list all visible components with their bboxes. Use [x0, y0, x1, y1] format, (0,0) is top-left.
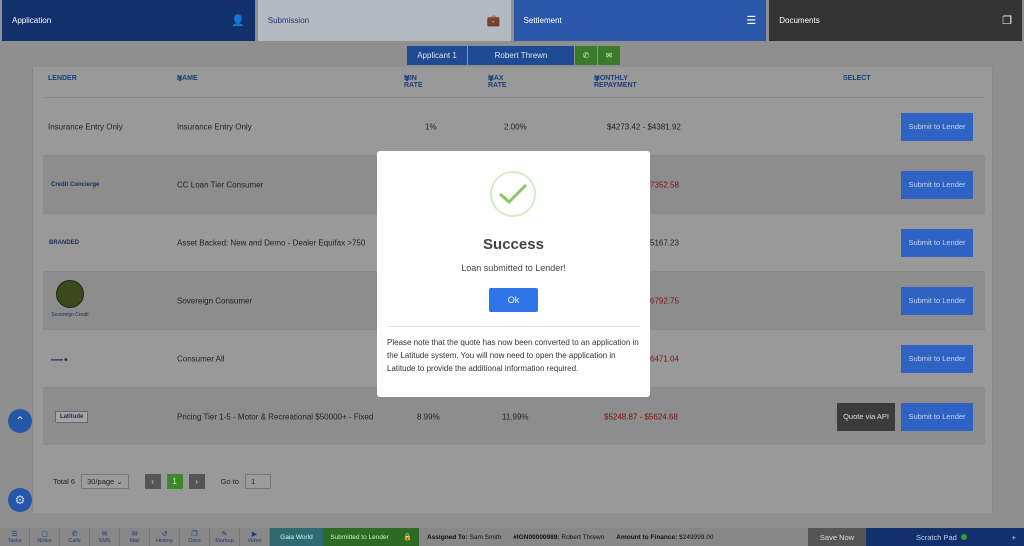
- lender-logo: Latitude: [55, 410, 89, 423]
- ok-button[interactable]: Ok: [489, 288, 538, 312]
- table-header: LENDER NAME ⇕ MIN RATE ⇕ MAX RATE ⇕ MONT…: [43, 75, 983, 89]
- gear-icon: ⚙: [14, 493, 26, 507]
- scratch-pad-button[interactable]: Scratch Pad +: [866, 528, 1024, 546]
- name-cell: Sovereign Consumer: [177, 296, 253, 305]
- sms-button[interactable]: ✉ SMS: [90, 528, 120, 546]
- pagination: Total 6 30/page ⌄ ‹ 1 › Go to 1: [53, 473, 271, 489]
- lender-logo: BRANDED: [49, 239, 79, 246]
- submit-to-lender-button[interactable]: Submit to Lender: [901, 286, 973, 315]
- top-tabs: Application 👤 Submission 💼 Settlement ☰ …: [0, 0, 1024, 43]
- lender-cell: Insurance Entry Only: [48, 122, 123, 131]
- header-max-rate[interactable]: MAX RATE ⇕: [488, 75, 507, 89]
- email-icon[interactable]: ✉: [598, 46, 620, 65]
- header-select: SELECT: [843, 75, 871, 82]
- tab-settlement[interactable]: Settlement ☰: [513, 0, 767, 41]
- gaia-world-badge[interactable]: Gaia World: [270, 528, 323, 546]
- name-cell: Consumer All: [177, 354, 225, 363]
- max-rate-cell: 2.00%: [504, 122, 527, 131]
- modal-divider: [387, 326, 640, 327]
- monthly-cell: 6792.75: [650, 296, 679, 305]
- submit-to-lender-button[interactable]: Submit to Lender: [901, 228, 973, 257]
- header-name[interactable]: NAME ⇕: [177, 75, 198, 83]
- history-icon: ↺: [161, 530, 168, 538]
- docs-icon: ❐: [191, 530, 198, 538]
- markup-button[interactable]: ✎ Markup: [210, 528, 240, 546]
- calls-button[interactable]: ✆ Calls: [60, 528, 90, 546]
- min-rate-cell: 8.99%: [417, 412, 440, 421]
- video-button[interactable]: ▶ Video: [240, 528, 270, 546]
- name-cell: Asset Backed: New and Demo - Dealer Equi…: [177, 238, 366, 247]
- deal-info: Assigned To: Sam Smith #IGN00000989: Rob…: [427, 533, 714, 541]
- monthly-cell: 6471.04: [650, 354, 679, 363]
- submit-to-lender-button[interactable]: Submit to Lender: [901, 112, 973, 141]
- docs-button[interactable]: ❐ Docs: [180, 528, 210, 546]
- pencil-icon: ✎: [221, 530, 228, 538]
- lender-logo: Sovereign Credit: [48, 278, 92, 324]
- phone-icon: ✆: [71, 530, 78, 538]
- lender-logo: ▬▬▬ ◉: [51, 356, 68, 361]
- name-cell: Pricing Tier 1-5 - Motor & Recreational …: [177, 412, 374, 421]
- next-page-button[interactable]: ›: [188, 473, 205, 489]
- user-icon: 👤: [231, 15, 245, 27]
- chevron-up-icon: ⌃: [14, 414, 26, 428]
- tab-submission[interactable]: Submission 💼: [257, 0, 511, 41]
- documents-icon: ❐: [1002, 15, 1012, 27]
- monthly-cell: 7352.58: [650, 180, 679, 189]
- header-lender: LENDER: [48, 75, 77, 82]
- submit-to-lender-button[interactable]: Submit to Lender: [901, 402, 973, 431]
- tab-application[interactable]: Application 👤: [2, 0, 255, 41]
- max-rate-cell: 11.99%: [502, 412, 529, 421]
- quote-via-api-button[interactable]: Quote via API: [837, 402, 895, 431]
- list-icon: ☰: [746, 15, 757, 27]
- tasks-button[interactable]: ☰ Tasks: [0, 528, 30, 546]
- prev-page-button[interactable]: ‹: [144, 473, 161, 489]
- per-page-select[interactable]: 30/page ⌄: [81, 473, 129, 489]
- mail-button[interactable]: ✉ Mail: [120, 528, 150, 546]
- monthly-cell: $4273.42 - $4381.92: [607, 122, 681, 131]
- submit-to-lender-button[interactable]: Submit to Lender: [901, 344, 973, 373]
- history-button[interactable]: ↺ History: [150, 528, 180, 546]
- applicant-selector[interactable]: Applicant 1: [407, 46, 467, 65]
- modal-note: Please note that the quote has now been …: [387, 338, 639, 373]
- save-now-button[interactable]: Save Now: [808, 528, 866, 546]
- settings-button[interactable]: ⚙: [8, 488, 32, 512]
- sms-icon: ✉: [101, 530, 108, 538]
- notes-button[interactable]: ▢ Notes: [30, 528, 60, 546]
- modal-title: Success: [483, 236, 544, 253]
- name-cell: Insurance Entry Only: [177, 122, 252, 131]
- tab-documents[interactable]: Documents ❐: [769, 0, 1022, 41]
- header-min-rate[interactable]: MIN RATE ⇕: [404, 75, 423, 89]
- modal-message: Loan submitted to Lender!: [461, 263, 566, 273]
- online-status-icon: [960, 533, 967, 540]
- name-cell: CC Loan Tier Consumer: [177, 180, 264, 189]
- submit-to-lender-button[interactable]: Submit to Lender: [901, 170, 973, 199]
- plus-icon[interactable]: +: [1012, 533, 1016, 542]
- min-rate-cell: 1%: [425, 122, 437, 131]
- lender-logo: Credit Concierge: [51, 181, 100, 188]
- notes-icon: ▢: [41, 530, 48, 538]
- applicant-name[interactable]: Robert Threwn: [468, 46, 574, 65]
- goto-label: Go to: [220, 476, 239, 486]
- checkmark-icon: [490, 171, 536, 217]
- video-icon: ▶: [251, 530, 258, 538]
- bottom-bar: ☰ Tasks ▢ Notes ✆ Calls ✉ SMS ✉ Mail ↺ History…: [0, 528, 1024, 546]
- scroll-up-button[interactable]: ⌃: [8, 409, 32, 433]
- monthly-cell: $5248.87 - $5624.68: [604, 412, 678, 421]
- lock-icon[interactable]: 🔒: [396, 528, 419, 546]
- mail-icon: ✉: [131, 530, 138, 538]
- page-button-current[interactable]: 1: [166, 473, 183, 489]
- total-count: Total 6: [53, 476, 76, 486]
- goto-input[interactable]: 1: [244, 473, 271, 489]
- tasks-icon: ☰: [11, 530, 18, 538]
- table-row: Insurance Entry Only Insurance Entry Onl…: [43, 97, 985, 155]
- status-badge: Submitted to Lender: [323, 528, 396, 546]
- monthly-cell: 5167.23: [650, 238, 679, 247]
- sovereign-credit-logo-icon: [56, 280, 84, 308]
- applicant-bar: Applicant 1 Robert Threwn ✆ ✉: [407, 46, 620, 65]
- phone-icon[interactable]: ✆: [575, 46, 597, 65]
- briefcase-icon: 💼: [486, 15, 501, 27]
- header-monthly-repayment[interactable]: MONTHLY REPAYMENT ⇕: [594, 75, 637, 89]
- success-modal: Success Loan submitted to Lender! Ok Ple…: [377, 151, 650, 397]
